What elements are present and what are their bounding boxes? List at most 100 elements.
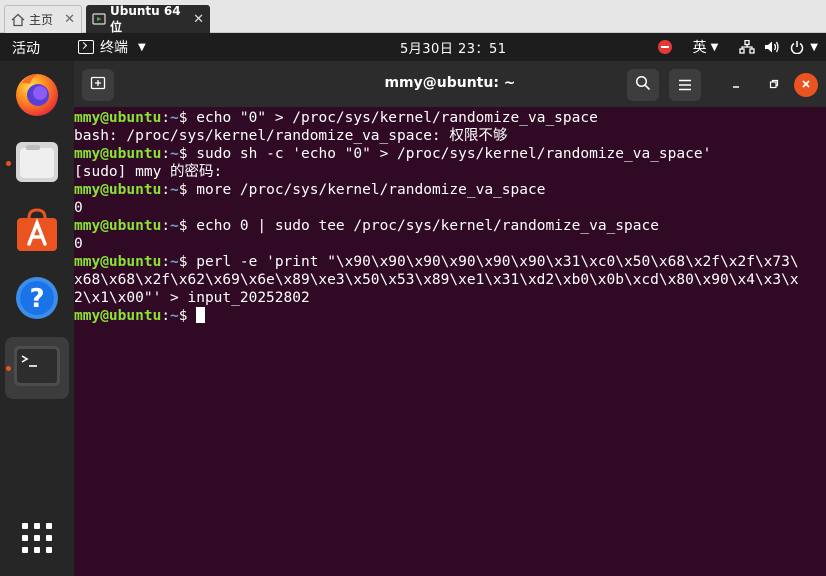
output-text: bash: /proc/sys/kernel/randomize_va_spac…	[74, 128, 508, 144]
prompt-user: mmy@ubuntu	[74, 218, 162, 234]
terminal-output-line: [sudo] mmy 的密码:	[74, 163, 826, 181]
minimize-button[interactable]	[726, 75, 746, 95]
dock-item-help[interactable]: ?	[5, 269, 69, 331]
prompt-symbol: $	[178, 254, 197, 270]
prompt-separator: :	[161, 218, 171, 234]
prompt-symbol: $	[178, 308, 197, 324]
prompt-path: ~	[170, 218, 179, 234]
prompt-user: mmy@ubuntu	[74, 110, 162, 126]
vm-icon	[92, 12, 106, 26]
dock: ?	[0, 61, 74, 576]
close-icon[interactable]: ✕	[64, 12, 75, 27]
input-method-label: 英	[692, 40, 707, 56]
app-center-icon	[14, 207, 60, 257]
terminal-command-line: mmy@ubuntu:~$ echo "0" > /proc/sys/kerne…	[74, 109, 826, 127]
prompt-path: ~	[170, 146, 179, 162]
hamburger-menu-icon	[678, 76, 692, 95]
command-text: sudo sh -c 'echo "0" > /proc/sys/kernel/…	[196, 146, 712, 162]
menu-button[interactable]	[669, 69, 701, 101]
maximize-icon	[769, 78, 779, 92]
svg-text:?: ?	[29, 284, 44, 314]
terminal-icon	[13, 345, 61, 391]
app-menu[interactable]: 终端 ▼	[78, 37, 146, 57]
close-icon[interactable]: ✕	[193, 12, 204, 27]
prompt-user: mmy@ubuntu	[74, 254, 162, 270]
running-indicator	[6, 366, 11, 371]
app-menu-label: 终端	[100, 40, 128, 56]
prompt-symbol: $	[178, 146, 197, 162]
clock[interactable]: 5月30日 23：51	[400, 38, 507, 57]
command-text: perl -e 'print "\x90\x90\x90\x90\x90\x90…	[196, 254, 799, 270]
prompt-symbol: $	[178, 182, 197, 198]
close-button[interactable]	[794, 73, 818, 97]
dock-item-files[interactable]	[5, 133, 69, 195]
system-tray: 英 ▼ ▼	[655, 33, 826, 61]
minimize-icon	[731, 78, 741, 92]
activities-button[interactable]: 活动	[12, 38, 40, 58]
window-title: mmy@ubuntu: ~	[384, 75, 516, 91]
search-icon	[635, 75, 651, 95]
prompt-symbol: $	[178, 218, 197, 234]
text-cursor	[196, 307, 206, 323]
home-icon	[11, 13, 25, 27]
record-stop-icon[interactable]	[655, 39, 675, 55]
terminal-command-line: mmy@ubuntu:~$ perl -e 'print "\x90\x90\x…	[74, 253, 826, 271]
vm-tab-bar: 主页 ✕ Ubuntu 64 位 ✕	[0, 0, 826, 34]
terminal-command-line: mmy@ubuntu:~$ sudo sh -c 'echo "0" > /pr…	[74, 145, 826, 163]
help-icon: ?	[14, 275, 60, 325]
chevron-down-icon: ▼	[138, 41, 146, 53]
chevron-down-icon: ▼	[710, 41, 719, 53]
terminal-command-line: mmy@ubuntu:~$ echo 0 | sudo tee /proc/sy…	[74, 217, 826, 235]
files-icon	[14, 139, 60, 189]
terminal-output-line: 0	[74, 235, 826, 253]
output-text: [sudo] mmy 的密码:	[74, 164, 223, 180]
show-apps-button[interactable]	[5, 509, 69, 571]
prompt-separator: :	[161, 146, 171, 162]
prompt-user: mmy@ubuntu	[74, 182, 162, 198]
dock-item-software[interactable]	[5, 201, 69, 263]
show-apps-icon	[20, 521, 54, 559]
network-icon[interactable]	[734, 40, 760, 54]
search-button[interactable]	[627, 69, 659, 101]
input-method-indicator[interactable]: 英 ▼	[693, 37, 719, 57]
vm-tab-home-label: 主页	[29, 13, 54, 27]
terminal-command-line: mmy@ubuntu:~$	[74, 307, 826, 325]
prompt-path: ~	[170, 110, 179, 126]
vm-tab-ubuntu[interactable]: Ubuntu 64 位 ✕	[86, 3, 210, 34]
dock-item-firefox[interactable]	[5, 65, 69, 127]
output-text: 2\x1\x00"' > input_20252802	[74, 290, 310, 306]
output-text: 0	[74, 236, 83, 252]
terminal-small-icon	[78, 40, 94, 54]
prompt-user: mmy@ubuntu	[74, 146, 162, 162]
prompt-user: mmy@ubuntu	[74, 308, 162, 324]
prompt-symbol: $	[178, 110, 197, 126]
power-icon[interactable]	[784, 40, 810, 54]
top-bar: 活动 终端 ▼ 5月30日 23：51 英 ▼ ▼	[0, 33, 826, 61]
terminal-output[interactable]: mmy@ubuntu:~$ echo "0" > /proc/sys/kerne…	[74, 107, 826, 576]
volume-icon[interactable]	[760, 40, 784, 54]
running-indicator	[6, 161, 11, 166]
terminal-output-line: 0	[74, 199, 826, 217]
prompt-path: ~	[170, 308, 179, 324]
chevron-down-icon[interactable]: ▼	[810, 42, 818, 53]
dock-item-terminal[interactable]	[5, 337, 69, 399]
command-text: echo "0" > /proc/sys/kernel/randomize_va…	[196, 110, 598, 126]
prompt-path: ~	[170, 182, 179, 198]
output-text: x68\x68\x2f\x62\x69\x6e\x89\xe3\x50\x53\…	[74, 272, 799, 288]
firefox-icon	[13, 70, 61, 122]
close-icon	[801, 78, 811, 93]
prompt-separator: :	[161, 254, 171, 270]
prompt-separator: :	[161, 110, 171, 126]
vm-tab-home[interactable]: 主页 ✕	[4, 5, 82, 33]
command-text: more /proc/sys/kernel/randomize_va_space	[196, 182, 546, 198]
prompt-separator: :	[161, 182, 171, 198]
output-text: 0	[74, 200, 83, 216]
terminal-output-line: x68\x68\x2f\x62\x69\x6e\x89\xe3\x50\x53\…	[74, 271, 826, 289]
vm-tab-ubuntu-label: Ubuntu 64 位	[110, 3, 181, 34]
command-text: echo 0 | sudo tee /proc/sys/kernel/rando…	[196, 218, 659, 234]
terminal-output-line: 2\x1\x00"' > input_20252802	[74, 289, 826, 307]
terminal-command-line: mmy@ubuntu:~$ more /proc/sys/kernel/rand…	[74, 181, 826, 199]
maximize-button[interactable]	[764, 75, 784, 95]
prompt-separator: :	[161, 308, 171, 324]
prompt-path: ~	[170, 254, 179, 270]
